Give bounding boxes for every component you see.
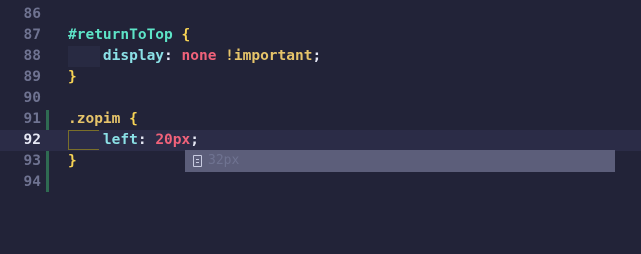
- code-line[interactable]: 91 .zopim {: [0, 109, 641, 130]
- css-selector: #returnToTop: [68, 27, 173, 43]
- colon: :: [164, 48, 173, 64]
- code-line[interactable]: 86: [0, 4, 641, 25]
- code-text: }: [68, 67, 77, 88]
- semicolon: ;: [190, 132, 199, 148]
- line-number: 89: [23, 69, 41, 85]
- important-flag: !important: [225, 48, 313, 64]
- line-number: 94: [23, 174, 41, 190]
- code-line[interactable]: 90: [0, 88, 641, 109]
- line-number: 93: [23, 153, 41, 169]
- open-brace: {: [181, 27, 191, 43]
- css-property: left: [102, 132, 138, 148]
- snippet-icon: [193, 155, 202, 167]
- code-line-active[interactable]: 92 left: 20px;: [0, 130, 641, 151]
- close-brace: }: [68, 69, 77, 85]
- css-property: display: [102, 48, 165, 64]
- close-brace: }: [68, 153, 77, 169]
- css-value: 20px: [155, 132, 191, 148]
- line-number: 86: [23, 6, 41, 22]
- code-line[interactable]: 87 #returnToTop {: [0, 25, 641, 46]
- line-number: 92: [23, 132, 41, 148]
- code-text: }: [68, 151, 77, 172]
- code-text: #returnToTop {: [68, 25, 190, 46]
- line-number: 90: [23, 90, 41, 106]
- code-text: .zopim {: [68, 109, 138, 130]
- line-number: 87: [23, 27, 41, 43]
- code-line[interactable]: 89 }: [0, 67, 641, 88]
- code-editor[interactable]: 86 87 #returnToTop { 88 display: none !i…: [0, 0, 641, 254]
- line-number: 91: [23, 111, 41, 127]
- code-line[interactable]: 94: [0, 172, 641, 193]
- suggestion-text: 32px: [208, 153, 240, 168]
- css-value: none: [181, 48, 217, 64]
- open-brace: {: [129, 111, 138, 127]
- autocomplete-suggestion[interactable]: 32px: [185, 150, 615, 172]
- semicolon: ;: [312, 48, 322, 64]
- colon: :: [137, 132, 147, 148]
- line-number: 88: [23, 48, 41, 64]
- code-text: display: none !important;: [68, 46, 321, 67]
- code-text: left: 20px;: [68, 130, 199, 151]
- css-selector: .zopim: [68, 111, 121, 127]
- code-line[interactable]: 88 display: none !important;: [0, 46, 641, 67]
